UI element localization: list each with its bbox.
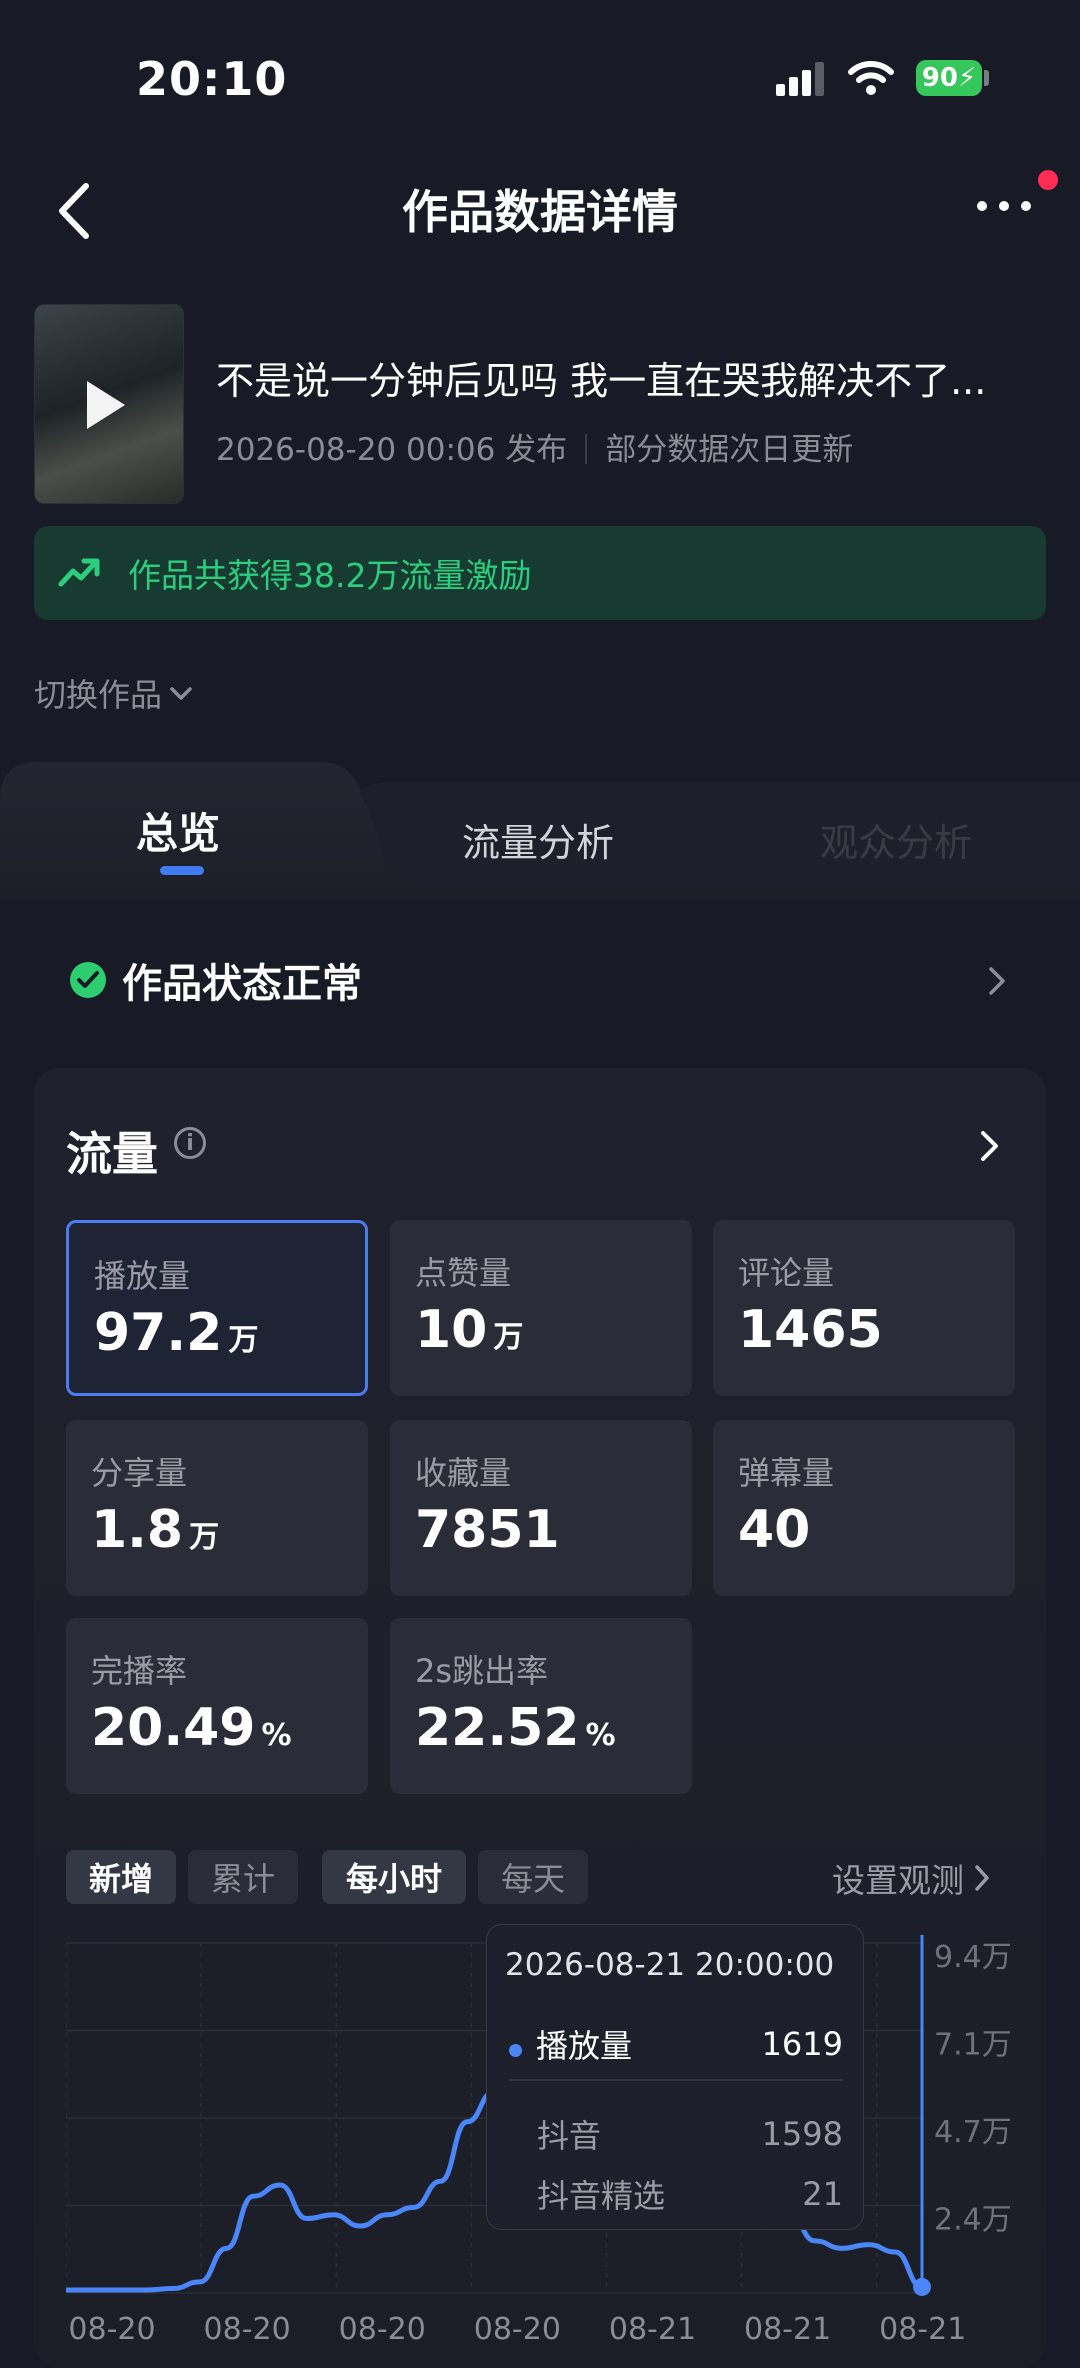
traffic-title: 流量	[66, 1127, 158, 1181]
incentive-banner[interactable]: 作品共获得38.2万流量激励	[34, 526, 1046, 620]
metric-card-shares[interactable]: 分享量 1.8 万	[66, 1420, 368, 1596]
y-tick-label: 7.1万	[934, 2028, 1012, 2063]
source-value: 1598	[761, 2115, 843, 2153]
status-time: 20:10	[136, 52, 288, 106]
y-tick-label: 9.4万	[934, 1940, 1012, 1975]
metric-label: 分享量	[91, 1454, 188, 1492]
source-value: 21	[802, 2175, 843, 2213]
info-icon[interactable]: i	[174, 1127, 206, 1159]
tooltip-divider	[509, 2079, 843, 2081]
metric-card-completion-rate[interactable]: 完播率 20.49%	[66, 1618, 368, 1794]
metric-value: 7851	[415, 1500, 560, 1560]
metric-label: 2s跳出率	[415, 1652, 549, 1690]
metric-card-plays[interactable]: 播放量 97.2 万	[66, 1220, 368, 1396]
tooltip-metric-row: 播放量 1619	[509, 2021, 843, 2067]
metric-value: 1.8 万	[91, 1500, 220, 1560]
switch-work-dropdown[interactable]: 切换作品	[34, 670, 194, 716]
metric-label: 评论量	[738, 1254, 835, 1292]
metric-card-likes[interactable]: 点赞量 10 万	[390, 1220, 692, 1396]
work-status-row[interactable]: 作品状态正常	[34, 940, 1046, 1020]
metric-value: 97.2 万	[94, 1303, 259, 1363]
metric-label: 完播率	[91, 1652, 188, 1690]
tab-traffic-analysis[interactable]: 流量分析	[462, 812, 614, 867]
tooltip-source-row: 抖音精选 21	[509, 2171, 843, 2217]
cellular-signal-icon	[776, 62, 824, 96]
switch-label: 切换作品	[34, 676, 163, 714]
chevron-right-icon[interactable]	[980, 1130, 1000, 1162]
x-tick-label: 08-21	[609, 2312, 696, 2341]
y-tick-label: 4.7万	[934, 2115, 1012, 2150]
x-tick-label: 08-20	[68, 2312, 155, 2341]
video-thumbnail[interactable]	[34, 304, 184, 504]
y-tick-label: 2.4万	[934, 2203, 1012, 2238]
video-meta: 2026-08-20 00:06 发布 部分数据次日更新	[216, 424, 853, 469]
metric-card-favorites[interactable]: 收藏量 7851	[390, 1420, 692, 1596]
source-name: 抖音精选	[537, 2177, 666, 2215]
x-tick-label: 08-21	[879, 2312, 966, 2341]
selected-point	[913, 2277, 931, 2296]
x-tick-label: 08-20	[204, 2312, 291, 2341]
page-title: 作品数据详情	[402, 185, 678, 239]
more-options-icon[interactable]	[976, 198, 1032, 214]
source-name: 抖音	[537, 2117, 602, 2155]
wifi-icon	[848, 61, 894, 95]
metric-card-comments[interactable]: 评论量 1465	[713, 1220, 1015, 1396]
x-tick-label: 08-20	[474, 2312, 561, 2341]
video-title: 不是说一分钟后见吗 我一直在哭我解决不了...	[216, 359, 987, 403]
metric-label: 弹幕量	[738, 1454, 835, 1492]
set-observation-link[interactable]: 设置观测	[832, 1854, 990, 1902]
tab-audience-analysis[interactable]: 观众分析	[820, 812, 972, 867]
chevron-right-icon	[975, 1865, 989, 1891]
observe-label: 设置观测	[832, 1861, 964, 1900]
chevron-down-icon	[170, 687, 192, 700]
tooltip-metric-label: 播放量	[536, 2027, 633, 2065]
metric-card-danmaku[interactable]: 弹幕量 40	[713, 1420, 1015, 1596]
trend-up-icon	[58, 558, 100, 587]
series-dot-icon	[509, 2044, 522, 2057]
chevron-right-icon	[989, 967, 1005, 995]
publish-time: 2026-08-20 00:06 发布	[216, 432, 568, 468]
battery-tip	[984, 70, 989, 86]
metric-value: 1465	[738, 1300, 883, 1360]
toggle-hourly[interactable]: 每小时	[322, 1850, 466, 1904]
metric-value: 22.52%	[415, 1698, 616, 1758]
tooltip-metric-value: 1619	[761, 2025, 843, 2063]
notification-dot	[1038, 170, 1058, 190]
play-icon	[87, 381, 125, 429]
metric-label: 点赞量	[415, 1254, 512, 1292]
tooltip-time: 2026-08-21 20:00:00	[505, 1947, 835, 1983]
x-tick-label: 08-21	[744, 2312, 831, 2341]
metric-label: 收藏量	[415, 1454, 512, 1492]
banner-text: 作品共获得38.2万流量激励	[128, 556, 532, 595]
update-note: 部分数据次日更新	[605, 432, 854, 468]
metric-value: 20.49%	[91, 1698, 292, 1758]
metric-label: 播放量	[94, 1257, 191, 1295]
battery-indicator: 90 ⚡	[916, 60, 982, 96]
chart-tooltip: 2026-08-21 20:00:00 播放量 1619 抖音 1598 抖音精…	[486, 1924, 864, 2230]
work-status-text: 作品状态正常	[122, 961, 362, 1007]
meta-divider	[585, 434, 588, 464]
x-tick-label: 08-20	[339, 2312, 426, 2341]
tab-active-indicator	[160, 866, 204, 875]
tooltip-source-row: 抖音 1598	[509, 2111, 843, 2157]
toggle-cumulative[interactable]: 累计	[188, 1850, 298, 1904]
tab-overview[interactable]: 总览	[136, 800, 220, 861]
metric-value: 10 万	[415, 1300, 524, 1360]
metric-card-bounce-rate[interactable]: 2s跳出率 22.52%	[390, 1618, 692, 1794]
metric-value: 40	[738, 1500, 811, 1560]
toggle-new[interactable]: 新增	[66, 1850, 176, 1904]
check-circle-icon	[70, 962, 106, 998]
toggle-daily[interactable]: 每天	[478, 1850, 588, 1904]
